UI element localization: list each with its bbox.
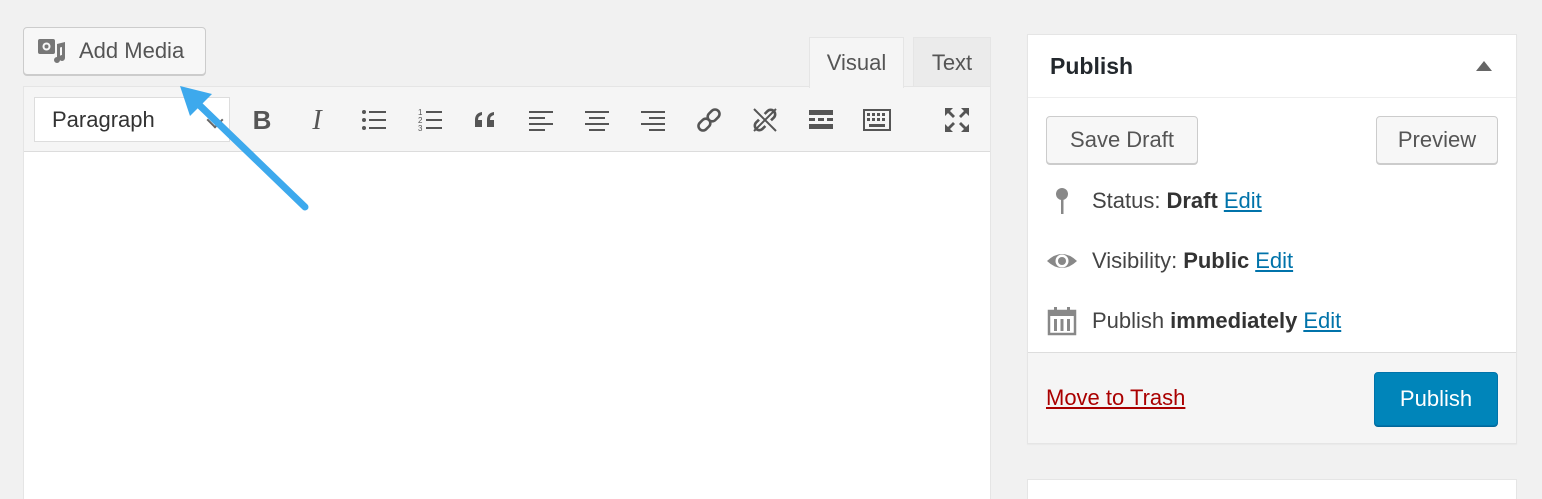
editor-content-area[interactable] [24, 152, 990, 499]
italic-icon: I [311, 105, 323, 135]
editor: Paragraph B I 1 2 3 [23, 86, 991, 499]
schedule-edit-link[interactable]: Edit [1303, 308, 1341, 334]
visibility-row: Visibility: Public Edit [1046, 245, 1293, 277]
svg-text:3: 3 [418, 124, 423, 133]
bulleted-list-button[interactable] [355, 101, 393, 139]
insert-link-icon [697, 108, 721, 132]
save-draft-button[interactable]: Save Draft [1046, 116, 1198, 164]
read-more-button[interactable] [802, 101, 840, 139]
bold-button[interactable]: B [243, 101, 281, 139]
publish-box: Publish Save Draft Preview Status: Draft… [1027, 34, 1517, 444]
visibility-value: Public [1183, 248, 1250, 273]
visibility-label: Visibility: [1092, 248, 1178, 273]
move-to-trash-link[interactable]: Move to Trash [1046, 385, 1185, 411]
calendar-icon [1046, 305, 1078, 337]
align-center-icon [585, 111, 609, 131]
remove-link-button[interactable] [746, 101, 784, 139]
publish-box-footer: Move to Trash Publish [1028, 352, 1516, 443]
blockquote-icon [475, 112, 494, 127]
bulleted-list-icon [362, 110, 386, 130]
publish-box-header: Publish [1028, 35, 1516, 98]
schedule-value: immediately [1170, 308, 1298, 333]
align-center-button[interactable] [578, 101, 616, 139]
schedule-label: Publish [1092, 308, 1165, 333]
pin-icon [1046, 185, 1078, 217]
italic-button[interactable]: I [298, 101, 336, 139]
tab-visual[interactable]: Visual [809, 37, 904, 88]
align-right-icon [641, 111, 665, 131]
secondary-meta-box [1027, 479, 1517, 499]
format-select[interactable]: Paragraph [34, 97, 230, 142]
fullscreen-button[interactable] [938, 101, 976, 139]
insert-link-button[interactable] [690, 101, 728, 139]
align-left-button[interactable] [522, 101, 560, 139]
publish-button[interactable]: Publish [1374, 372, 1498, 426]
media-icon [38, 39, 65, 63]
read-more-icon [809, 110, 833, 129]
remove-link-icon [753, 108, 777, 132]
align-left-icon [529, 111, 553, 131]
editor-toolbar: Paragraph B I 1 2 3 [24, 87, 990, 152]
status-edit-link[interactable]: Edit [1224, 188, 1262, 214]
status-row: Status: Draft Edit [1046, 185, 1262, 217]
toolbar-toggle-icon [863, 109, 891, 131]
visibility-edit-link[interactable]: Edit [1255, 248, 1293, 274]
svg-text:I: I [311, 105, 323, 135]
status-value: Draft [1166, 188, 1218, 213]
chevron-down-icon [206, 111, 224, 129]
publish-box-title: Publish [1050, 52, 1134, 79]
fullscreen-icon [945, 108, 969, 132]
svg-text:B: B [253, 105, 272, 135]
eye-icon [1046, 245, 1078, 277]
schedule-row: Publish immediately Edit [1046, 305, 1341, 337]
add-media-button[interactable]: Add Media [23, 27, 206, 75]
numbered-list-button[interactable]: 1 2 3 [411, 101, 449, 139]
numbered-list-icon: 1 2 3 [418, 108, 442, 133]
status-label: Status: [1092, 188, 1161, 213]
add-media-label: Add Media [79, 38, 185, 63]
toolbar-toggle-button[interactable] [858, 101, 896, 139]
format-select-value: Paragraph [52, 106, 155, 132]
tab-text[interactable]: Text [913, 37, 991, 87]
collapse-toggle-icon[interactable] [1476, 61, 1492, 71]
preview-button[interactable]: Preview [1376, 116, 1498, 164]
bold-icon: B [253, 105, 272, 135]
align-right-button[interactable] [634, 101, 672, 139]
blockquote-button[interactable] [467, 101, 505, 139]
